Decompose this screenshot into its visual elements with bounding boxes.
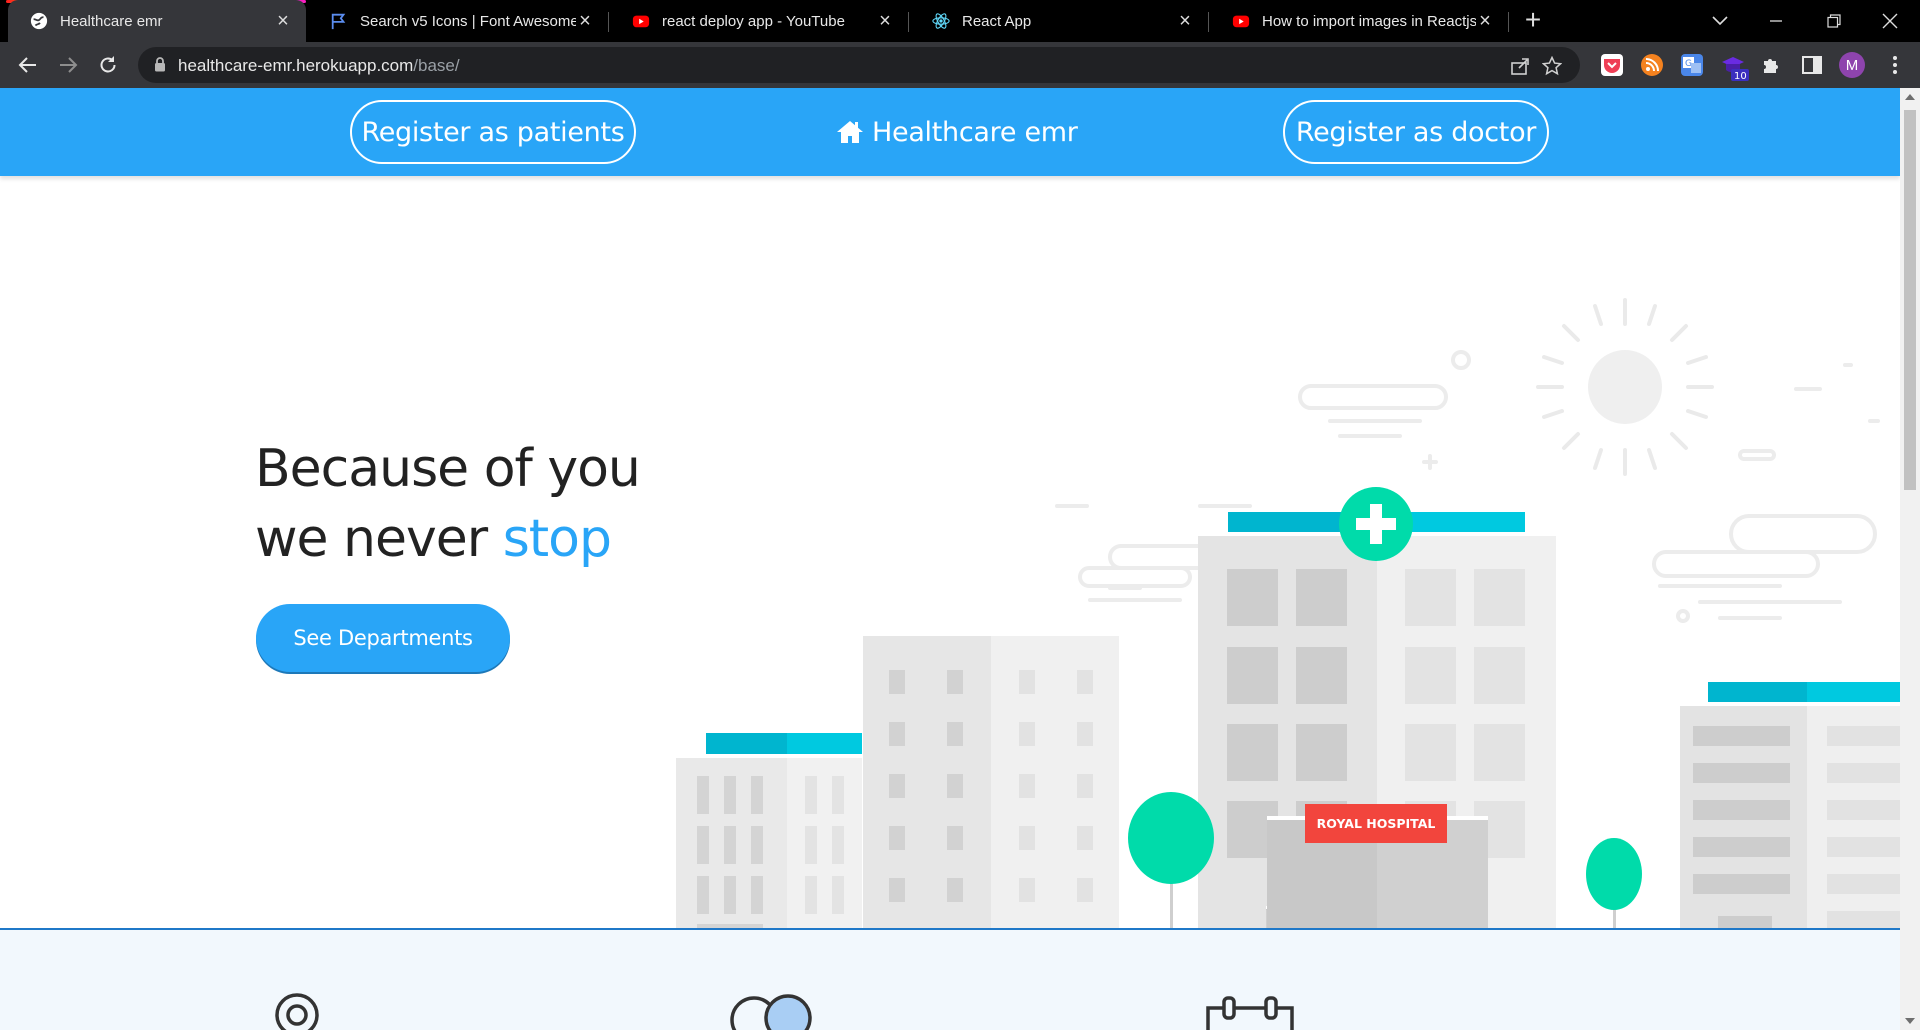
close-window-button[interactable] (1862, 0, 1918, 42)
tab-title: react deploy app - YouTube (662, 12, 845, 30)
sun-icon (1536, 298, 1714, 476)
hero-line-2-prefix: we never (255, 509, 503, 569)
tab-strip: Healthcare emr × Search v5 Icons | Font … (0, 0, 1920, 42)
chevron-down-icon (1712, 16, 1728, 26)
heart-care-icon (730, 994, 812, 1030)
tab-youtube-react-deploy[interactable]: react deploy app - YouTube × (610, 0, 908, 42)
youtube-icon (1232, 15, 1250, 28)
building-tall (863, 636, 1119, 928)
profile-avatar[interactable]: M (1839, 52, 1865, 78)
tab-separator (908, 12, 909, 32)
hero-line-1: Because of you (255, 439, 641, 499)
tab-title: How to import images in Reactjs (1262, 12, 1476, 30)
reload-button[interactable] (92, 49, 124, 81)
close-icon (1882, 13, 1898, 29)
close-icon[interactable]: × (576, 11, 594, 31)
tab-title: React App (962, 12, 1032, 30)
side-panel-icon[interactable] (1801, 54, 1823, 76)
arrow-right-icon (60, 57, 78, 73)
share-icon[interactable] (1510, 56, 1530, 76)
graduation-cap-extension-icon[interactable]: 10 (1721, 54, 1749, 82)
tab-separator (608, 12, 609, 32)
tab-healthcare-emr[interactable]: Healthcare emr × (8, 0, 306, 42)
extensions-puzzle-icon[interactable] (1761, 54, 1783, 76)
minimize-icon (1770, 20, 1782, 22)
home-icon (837, 121, 863, 143)
pocket-extension-icon[interactable] (1601, 54, 1623, 76)
tab-separator (1208, 12, 1209, 32)
close-icon[interactable]: × (1176, 11, 1194, 31)
rss-extension-icon[interactable] (1641, 54, 1663, 76)
close-icon[interactable]: × (274, 11, 292, 31)
address-bar[interactable]: healthcare-emr.herokuapp.com/base/ (138, 47, 1580, 83)
youtube-icon (632, 15, 650, 28)
star-icon[interactable] (1542, 56, 1562, 76)
back-button[interactable] (12, 49, 44, 81)
url-path: /base/ (413, 56, 460, 75)
forward-button[interactable] (52, 49, 84, 81)
scroll-down-arrow[interactable] (1905, 1018, 1915, 1024)
tab-separator (1508, 12, 1509, 32)
register-patients-button[interactable]: Register as patients (350, 100, 636, 164)
building-left (676, 733, 862, 928)
browser-toolbar: healthcare-emr.herokuapp.com/base/ G 10 … (0, 42, 1920, 88)
brand-link[interactable]: Healthcare emr (836, 110, 1078, 154)
doctor-icon (275, 993, 319, 1030)
restore-icon (1827, 14, 1841, 28)
calendar-icon (1206, 996, 1294, 1030)
scroll-up-arrow[interactable] (1905, 94, 1915, 100)
tab-youtube-import-images[interactable]: How to import images in Reactjs × (1210, 0, 1508, 42)
url-text: healthcare-emr.herokuapp.com/base/ (178, 56, 460, 76)
minimize-button[interactable] (1748, 0, 1804, 42)
arrow-left-icon (18, 57, 36, 73)
site-navbar: Register as patients Healthcare emr Regi… (0, 88, 1900, 176)
page-viewport: Register as patients Healthcare emr Regi… (0, 88, 1920, 1030)
royal-hospital-sign: ROYAL HOSPITAL (1305, 804, 1447, 843)
svg-text:G: G (1685, 59, 1692, 69)
menu-kebab-icon[interactable] (1884, 54, 1906, 76)
features-section (0, 928, 1900, 1030)
scrollbar-thumb[interactable] (1904, 110, 1916, 490)
url-host: healthcare-emr.herokuapp.com (178, 56, 414, 75)
page-scrollbar[interactable] (1900, 88, 1920, 1030)
tab-font-awesome[interactable]: Search v5 Icons | Font Awesome × (308, 0, 608, 42)
building-right (1680, 682, 1900, 928)
restore-button[interactable] (1806, 0, 1862, 42)
globe-icon (30, 12, 48, 30)
flag-icon (331, 13, 346, 30)
tab-search-button[interactable] (1692, 0, 1748, 42)
hero-heading: Because of you we never stop (255, 434, 641, 574)
translate-extension-icon[interactable]: G (1681, 54, 1703, 76)
tab-title: Search v5 Icons | Font Awesome (360, 12, 576, 30)
tab-react-app[interactable]: React App × (910, 0, 1208, 42)
extension-badge: 10 (1734, 71, 1747, 82)
see-departments-button[interactable]: See Departments (256, 604, 510, 672)
close-icon[interactable]: × (876, 11, 894, 31)
new-tab-button[interactable]: + (1518, 6, 1548, 36)
reload-icon (100, 56, 116, 73)
close-icon[interactable]: × (1476, 11, 1494, 31)
medical-cross-icon (1339, 487, 1413, 561)
hero-line-2: we never stop (255, 504, 640, 574)
brand-label: Healthcare emr (872, 116, 1078, 148)
react-icon (932, 13, 950, 29)
hero-accent-word: stop (502, 509, 612, 569)
tree-icon (1586, 838, 1642, 928)
lock-icon (155, 57, 165, 72)
register-doctor-button[interactable]: Register as doctor (1283, 100, 1549, 164)
tab-title: Healthcare emr (60, 12, 163, 30)
